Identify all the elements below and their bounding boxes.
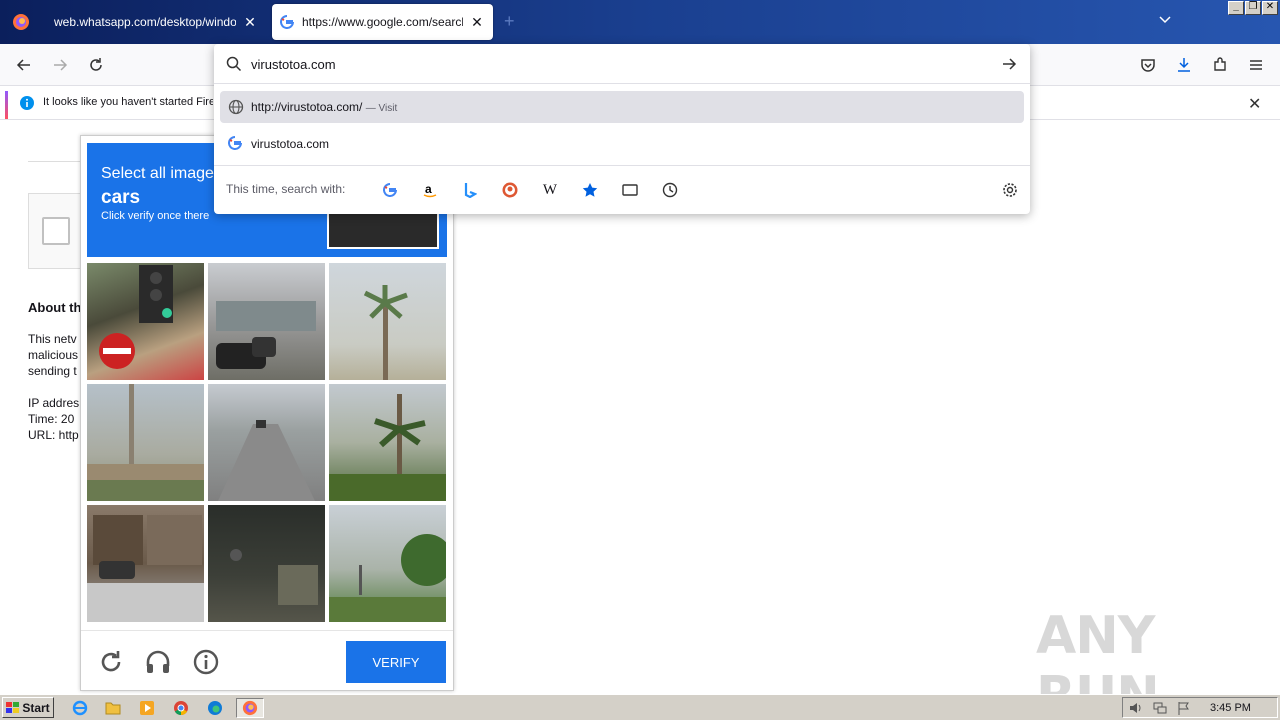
media-player-icon[interactable] [136,698,158,718]
app-menu-icon[interactable] [1245,54,1267,76]
suggestion-search-text: virustotoa.com [251,137,330,151]
system-tray [1122,697,1278,718]
verify-button[interactable]: VERIFY [346,641,446,683]
suggestion-search[interactable]: virustotoa.com [220,128,1024,158]
recaptcha-checkbox-widget [28,193,88,269]
image-tile[interactable] [329,263,446,380]
challenge-instruction: Select all image [101,165,214,182]
recaptcha-checkbox[interactable] [42,217,70,245]
paragraph-line: This netv [28,332,77,346]
firefox-taskbar-icon[interactable] [236,698,264,718]
suggestion-action-text: — Visit [365,103,398,114]
bing-engine-icon[interactable] [460,180,480,200]
challenge-footer: VERIFY [81,630,453,690]
file-explorer-icon[interactable] [102,698,124,718]
urlbar-dropdown: virustotoa.com http://virustotoa.com/ — … [214,44,1030,214]
minimize-button[interactable]: _ [1228,1,1244,15]
amazon-engine-icon[interactable]: a [420,180,440,200]
svg-text:a: a [425,182,432,196]
url-input[interactable]: virustotoa.com [214,44,1030,84]
wikipedia-engine-icon[interactable]: W [540,180,560,200]
image-tile[interactable] [329,384,446,501]
search-icon [226,56,242,75]
downloads-icon[interactable] [1173,54,1195,76]
image-grid [87,263,447,623]
browser-titlebar: web.whatsapp.com/desktop/windows/r ✕ htt… [0,0,1280,44]
audio-challenge-icon[interactable] [144,648,172,676]
image-tile[interactable] [329,505,446,622]
image-tile[interactable] [208,505,325,622]
extensions-icon[interactable] [1209,54,1231,76]
google-engine-icon[interactable] [380,180,400,200]
paragraph-line: sending t [28,364,77,378]
suggestion-visit-url[interactable]: http://virustotoa.com/ — Visit [220,91,1024,123]
firefox-menu-icon[interactable] [0,0,42,44]
google-icon [227,135,243,153]
divider [28,161,88,162]
network-icon[interactable] [1153,701,1167,718]
tab-title: web.whatsapp.com/desktop/windows/r [54,15,236,29]
ip-address-line: IP addres [28,396,80,410]
reload-challenge-icon[interactable] [97,648,125,676]
image-tile[interactable] [87,384,204,501]
search-settings-gear-icon[interactable] [1000,180,1020,200]
tabs-icon[interactable] [620,180,640,200]
image-tile[interactable] [87,505,204,622]
chrome-icon[interactable] [170,698,192,718]
suggestion-url-text: http://virustotoa.com/ [251,100,363,114]
about-paragraph: This netv malicious sending t [28,331,78,379]
search-with-label: This time, search with: [226,182,346,196]
info-icon [20,96,34,113]
image-tile[interactable] [87,263,204,380]
image-tile[interactable] [208,263,325,380]
restore-button[interactable]: ❐ [1245,1,1261,15]
back-icon[interactable] [13,54,35,76]
google-icon [280,15,294,29]
start-button[interactable]: Start [2,697,54,718]
volume-icon[interactable] [1129,701,1143,718]
time-line: Time: 20 [28,412,75,426]
windows-logo-icon [6,701,20,713]
challenge-target: cars [101,187,141,208]
notification-text: It looks like you haven't started Fire [43,96,213,108]
new-tab-button[interactable]: + [504,12,515,30]
tab-title: https://www.google.com/search?q [302,15,463,29]
tab-google-search[interactable]: https://www.google.com/search?q ✕ [272,4,493,40]
info-help-icon[interactable] [192,648,220,676]
internet-explorer-icon[interactable] [69,698,91,718]
image-tile[interactable] [208,384,325,501]
list-all-tabs-icon[interactable] [1158,14,1172,28]
close-window-button[interactable]: ✕ [1262,1,1278,15]
pocket-icon[interactable] [1137,54,1159,76]
details-paragraph: IP addres Time: 20 URL: http [28,395,79,443]
forward-icon[interactable] [49,54,71,76]
close-tab-icon[interactable]: ✕ [469,14,485,30]
url-line: URL: http [28,428,79,442]
history-clock-icon[interactable] [660,180,680,200]
duckduckgo-engine-icon[interactable] [500,180,520,200]
bookmarks-star-icon[interactable] [580,180,600,200]
action-center-flag-icon[interactable] [1177,701,1191,718]
close-notification-icon[interactable]: ✕ [1248,94,1261,114]
divider [214,165,1030,166]
window-controls: _ ❐ ✕ [1228,1,1278,15]
globe-icon [228,99,244,118]
edge-icon[interactable] [204,698,226,718]
go-arrow-icon[interactable] [1001,56,1017,75]
windows-taskbar: Start 3:45 PM [0,694,1280,720]
url-input-text[interactable]: virustotoa.com [251,57,336,72]
about-heading: About th [28,300,82,315]
reload-icon[interactable] [85,54,107,76]
tab-whatsapp[interactable]: web.whatsapp.com/desktop/windows/r ✕ [44,4,268,40]
taskbar-clock: 3:45 PM [1210,702,1251,714]
challenge-subtext: Click verify once there [101,210,210,222]
close-tab-icon[interactable]: ✕ [242,14,258,30]
start-label: Start [22,700,50,715]
paragraph-line: malicious [28,348,79,362]
notification-accent [5,91,8,119]
recaptcha-challenge: Select all image cars Click verify once … [80,135,454,691]
